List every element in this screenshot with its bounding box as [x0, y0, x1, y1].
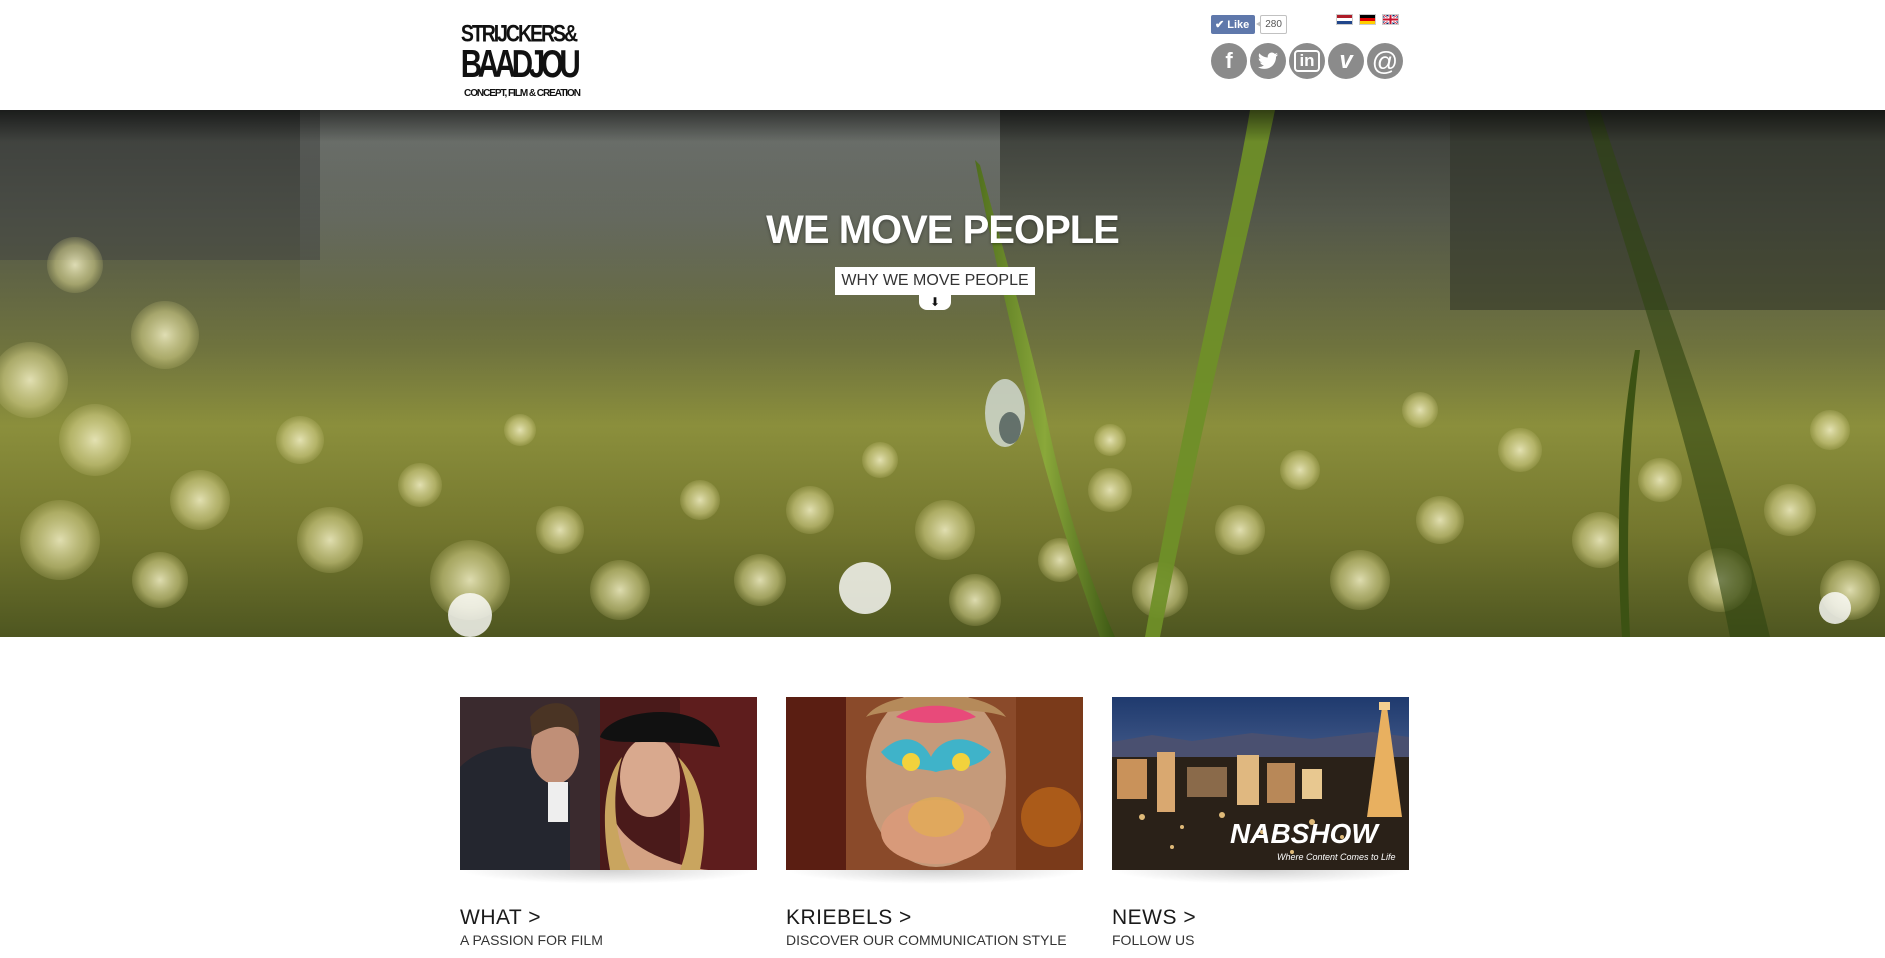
twitter-bird-icon: [1258, 52, 1278, 69]
svg-text:Where Content Comes to Life: Where Content Comes to Life: [1277, 852, 1396, 862]
card-news-thumbnail[interactable]: NABSHOW Where Content Comes to Life: [1112, 697, 1409, 870]
vimeo-icon[interactable]: v: [1328, 43, 1364, 79]
hero-title: WE MOVE PEOPLE: [766, 208, 1120, 252]
brand-logo[interactable]: STRIJCKERS& BAADJOU CONCEPT, FILM & CREA…: [460, 10, 585, 102]
card-shadow: [460, 870, 757, 884]
face-paint-girl-image: [786, 697, 1083, 870]
email-icon[interactable]: @: [1367, 43, 1403, 79]
facebook-icon[interactable]: f: [1211, 43, 1247, 79]
card-shadow: [786, 870, 1083, 884]
en-flag-icon[interactable]: [1382, 14, 1399, 25]
site-header: STRIJCKERS& BAADJOU CONCEPT, FILM & CREA…: [0, 0, 1885, 110]
card-news-title[interactable]: NEWS >: [1112, 906, 1409, 930]
hero-background-image: [0, 110, 1885, 637]
card-news: NABSHOW Where Content Comes to Life NEWS…: [1112, 697, 1409, 948]
twitter-icon[interactable]: [1250, 43, 1286, 79]
language-switcher: [1336, 14, 1399, 25]
couple-film-still-image: [460, 697, 757, 870]
nl-flag-icon[interactable]: [1336, 14, 1353, 25]
social-links: f in v @: [1211, 43, 1403, 79]
svg-text:BAADJOU: BAADJOU: [461, 43, 581, 86]
card-kriebels-subtitle: DISCOVER OUR COMMUNICATION STYLE: [786, 932, 1067, 948]
hero-top-shadow: [0, 110, 1885, 142]
svg-text:NABSHOW: NABSHOW: [1230, 818, 1380, 849]
card-what-thumbnail[interactable]: [460, 697, 757, 870]
card-kriebels: KRIEBELS > DISCOVER OUR COMMUNICATION ST…: [786, 697, 1083, 948]
svg-text:CONCEPT, FILM & CREATION: CONCEPT, FILM & CREATION: [464, 88, 581, 99]
like-count: 280: [1256, 15, 1287, 34]
thumbs-check-icon: ✔: [1215, 19, 1225, 31]
facebook-like-widget[interactable]: ✔ Like 280: [1211, 15, 1287, 34]
de-flag-icon[interactable]: [1359, 14, 1376, 25]
card-what-title[interactable]: WHAT >: [460, 906, 757, 930]
hero-banner: WE MOVE PEOPLE WHY WE MOVE PEOPLE ⬇: [0, 110, 1885, 637]
facebook-like-button[interactable]: ✔ Like: [1211, 15, 1256, 34]
card-what-subtitle: A PASSION FOR FILM: [460, 932, 603, 948]
why-we-move-people-button[interactable]: WHY WE MOVE PEOPLE: [835, 267, 1035, 295]
card-kriebels-title[interactable]: KRIEBELS >: [786, 906, 1083, 930]
card-what: WHAT > A PASSION FOR FILM: [460, 697, 757, 948]
las-vegas-skyline-image: NABSHOW Where Content Comes to Life: [1112, 697, 1409, 870]
like-label: Like: [1227, 18, 1250, 31]
linkedin-icon[interactable]: in: [1289, 43, 1325, 79]
card-shadow: [1112, 870, 1409, 884]
card-kriebels-thumbnail[interactable]: [786, 697, 1083, 870]
card-news-subtitle: FOLLOW US: [1112, 932, 1195, 948]
arrow-down-icon[interactable]: ⬇: [919, 293, 951, 310]
